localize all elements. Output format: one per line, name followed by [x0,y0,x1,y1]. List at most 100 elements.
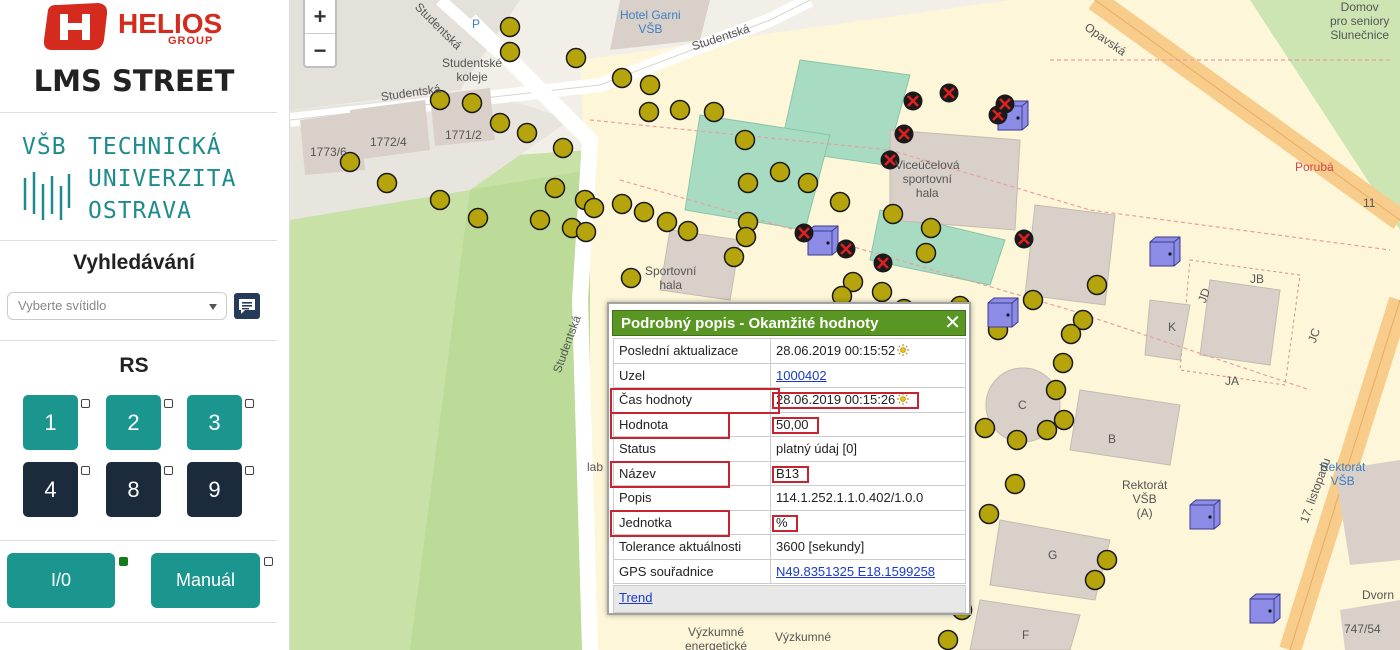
luminaire-marker[interactable] [703,101,725,123]
rs-button-2[interactable]: 3 [187,395,242,450]
luminaire-marker[interactable] [1036,419,1058,441]
zoom-out-button[interactable]: − [305,33,335,66]
luminaire-marker[interactable] [669,99,691,121]
map-label: P [472,17,481,31]
rs-button-4[interactable]: 8 [106,462,161,517]
luminaire-marker[interactable] [552,137,574,159]
rs-button-3[interactable]: 4 [23,462,78,517]
luminaire-marker[interactable] [638,101,660,123]
io-button[interactable]: I/0 [7,553,115,608]
popup-footer: Trend [613,585,966,613]
luminaire-marker[interactable] [575,221,597,243]
list-button[interactable] [234,293,260,319]
luminaire-marker[interactable] [915,242,937,264]
luminaire-marker[interactable] [620,267,642,289]
node-link[interactable]: 1000402 [776,368,827,383]
failed-luminaire-marker[interactable] [1014,229,1034,249]
rs-button-1[interactable]: 2 [106,395,161,450]
map-label: 1772/4 [370,135,407,149]
gps-link[interactable]: N49.8351325 E18.1599258 [776,564,935,579]
detail-popup: Podrobný popis - Okamžité hodnoty ✕ Posl… [607,302,971,615]
map-label: Domov pro seniory Slunečnice [1330,0,1390,42]
zoom-in-button[interactable]: + [305,0,335,33]
luminaire-marker[interactable] [461,92,483,114]
luminaire-marker[interactable] [1022,289,1044,311]
luminaire-marker[interactable] [1060,323,1082,345]
luminaire-marker[interactable] [489,112,511,134]
luminaire-marker[interactable] [769,161,791,183]
rs-status-indicator [81,466,90,475]
luminaire-marker[interactable] [611,67,633,89]
luminaire-marker[interactable] [1096,549,1118,571]
rs-status-indicator [81,399,90,408]
detail-value-text: 50,00 [776,416,809,432]
luminaire-marker[interactable] [1053,409,1075,431]
map-label: Sportovní hala [645,264,697,292]
detail-row: Status platný údaj [0] [613,436,966,462]
switchboard-marker[interactable] [987,297,1019,328]
failed-luminaire-marker[interactable] [794,223,814,243]
switchboard-marker[interactable] [1149,236,1181,267]
detail-key: Tolerance aktuálnosti [613,534,771,560]
luminaire-marker[interactable] [797,172,819,194]
rs-button-0[interactable]: 1 [23,395,78,450]
luminaire-marker[interactable] [1045,379,1067,401]
luminaire-marker[interactable] [882,203,904,225]
failed-luminaire-marker[interactable] [836,239,856,259]
luminaire-marker[interactable] [1084,569,1106,591]
zoom-control: + − [303,0,337,68]
switchboard-marker[interactable] [1189,499,1221,530]
luminaire-marker[interactable] [565,47,587,69]
close-icon[interactable]: ✕ [944,311,961,335]
luminaire-marker[interactable] [467,207,489,229]
helios-logo: HELIOS GROUP [40,2,230,52]
luminaire-marker[interactable] [1052,352,1074,374]
luminaire-marker[interactable] [937,629,959,650]
luminaire-marker[interactable] [529,209,551,231]
detail-value-text: B13 [776,465,800,481]
switchboard-marker[interactable] [1249,593,1281,624]
trend-link[interactable]: Trend [619,590,652,605]
luminaire-marker[interactable] [677,220,699,242]
luminaire-marker[interactable] [734,129,756,151]
luminaire-marker[interactable] [429,189,451,211]
detail-value: 3600 [sekundy] [770,534,966,560]
luminaire-marker[interactable] [920,217,942,239]
luminaire-marker[interactable] [611,193,633,215]
luminaire-marker[interactable] [656,211,678,233]
divider [0,622,277,623]
luminaire-marker[interactable] [376,172,398,194]
failed-luminaire-marker[interactable] [995,94,1015,114]
luminaire-marker[interactable] [1006,429,1028,451]
luminaire-marker[interactable] [633,201,655,223]
detail-key: Čas hodnoty [613,387,771,413]
luminaire-select[interactable]: Vyberte svítidlo [7,292,227,320]
luminaire-marker[interactable] [978,503,1000,525]
luminaire-marker[interactable] [1004,473,1026,495]
luminaire-marker[interactable] [974,417,996,439]
luminaire-marker[interactable] [516,122,538,144]
detail-key: Uzel [613,362,771,388]
failed-luminaire-marker[interactable] [873,253,893,273]
luminaire-marker[interactable] [499,41,521,63]
luminaire-marker[interactable] [499,16,521,38]
luminaire-marker[interactable] [1086,274,1108,296]
failed-luminaire-marker[interactable] [903,91,923,111]
luminaire-marker[interactable] [871,281,893,303]
luminaire-marker[interactable] [737,172,759,194]
detail-value-text: 28.06.2019 00:15:26 [776,392,896,408]
luminaire-marker[interactable] [829,191,851,213]
rs-status-indicator [245,466,254,475]
luminaire-marker[interactable] [544,177,566,199]
luminaire-marker[interactable] [583,197,605,219]
luminaire-marker[interactable] [639,74,661,96]
rs-button-5[interactable]: 9 [187,462,242,517]
map-label: Výzkumné energetické [685,625,748,650]
luminaire-marker[interactable] [723,246,745,268]
manual-button[interactable]: Manuál [151,553,260,608]
detail-value: 50,00 [770,411,966,437]
failed-luminaire-marker[interactable] [894,124,914,144]
failed-luminaire-marker[interactable] [939,83,959,103]
luminaire-marker[interactable] [735,226,757,248]
detail-key: Název [613,460,771,486]
